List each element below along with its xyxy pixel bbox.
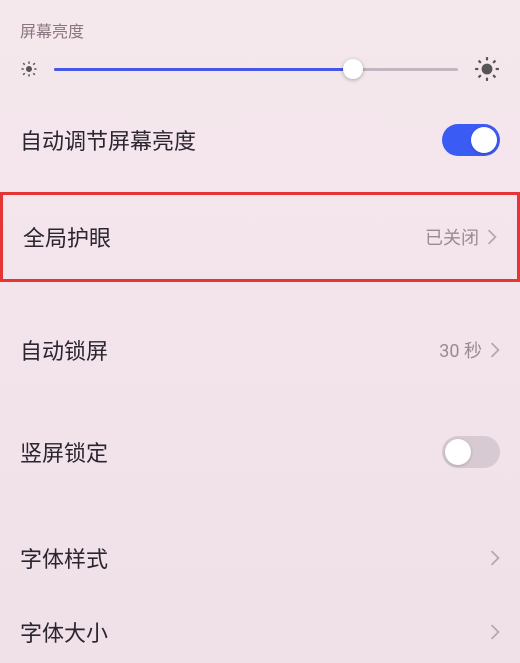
brightness-high-icon bbox=[474, 56, 500, 82]
auto-lock-label: 自动锁屏 bbox=[20, 334, 108, 366]
auto-brightness-label: 自动调节屏幕亮度 bbox=[20, 124, 196, 156]
eye-care-value-group: 已关闭 bbox=[425, 224, 497, 250]
setting-row-orientation-lock[interactable]: 竖屏锁定 bbox=[0, 414, 520, 490]
brightness-slider-row bbox=[0, 56, 520, 102]
auto-lock-value-group: 30 秒 bbox=[439, 337, 500, 363]
orientation-lock-label: 竖屏锁定 bbox=[20, 436, 108, 468]
setting-row-font-style[interactable]: 字体样式 bbox=[0, 520, 520, 596]
toggle-thumb bbox=[445, 439, 471, 465]
brightness-slider-thumb[interactable] bbox=[343, 59, 363, 79]
setting-row-eye-care[interactable]: 全局护眼 已关闭 bbox=[0, 192, 520, 282]
chevron-right-icon bbox=[490, 624, 500, 640]
brightness-low-icon bbox=[20, 60, 38, 78]
orientation-lock-toggle[interactable] bbox=[442, 436, 500, 468]
font-style-label: 字体样式 bbox=[20, 542, 108, 574]
toggle-thumb bbox=[471, 127, 497, 153]
setting-row-font-size[interactable]: 字体大小 bbox=[0, 602, 520, 662]
brightness-slider[interactable] bbox=[54, 68, 458, 71]
chevron-right-icon bbox=[490, 550, 500, 566]
font-size-label: 字体大小 bbox=[20, 616, 108, 648]
font-style-value-group bbox=[490, 550, 500, 566]
chevron-right-icon bbox=[487, 229, 497, 245]
setting-row-auto-lock[interactable]: 自动锁屏 30 秒 bbox=[0, 312, 520, 388]
eye-care-value: 已关闭 bbox=[425, 224, 479, 250]
chevron-right-icon bbox=[490, 342, 500, 358]
font-size-value-group bbox=[490, 624, 500, 640]
brightness-slider-fill bbox=[54, 68, 353, 71]
eye-care-label: 全局护眼 bbox=[23, 221, 111, 253]
section-header-brightness: 屏幕亮度 bbox=[0, 0, 520, 56]
auto-brightness-toggle[interactable] bbox=[442, 124, 500, 156]
auto-lock-value: 30 秒 bbox=[439, 337, 482, 363]
setting-row-auto-brightness[interactable]: 自动调节屏幕亮度 bbox=[0, 102, 520, 178]
